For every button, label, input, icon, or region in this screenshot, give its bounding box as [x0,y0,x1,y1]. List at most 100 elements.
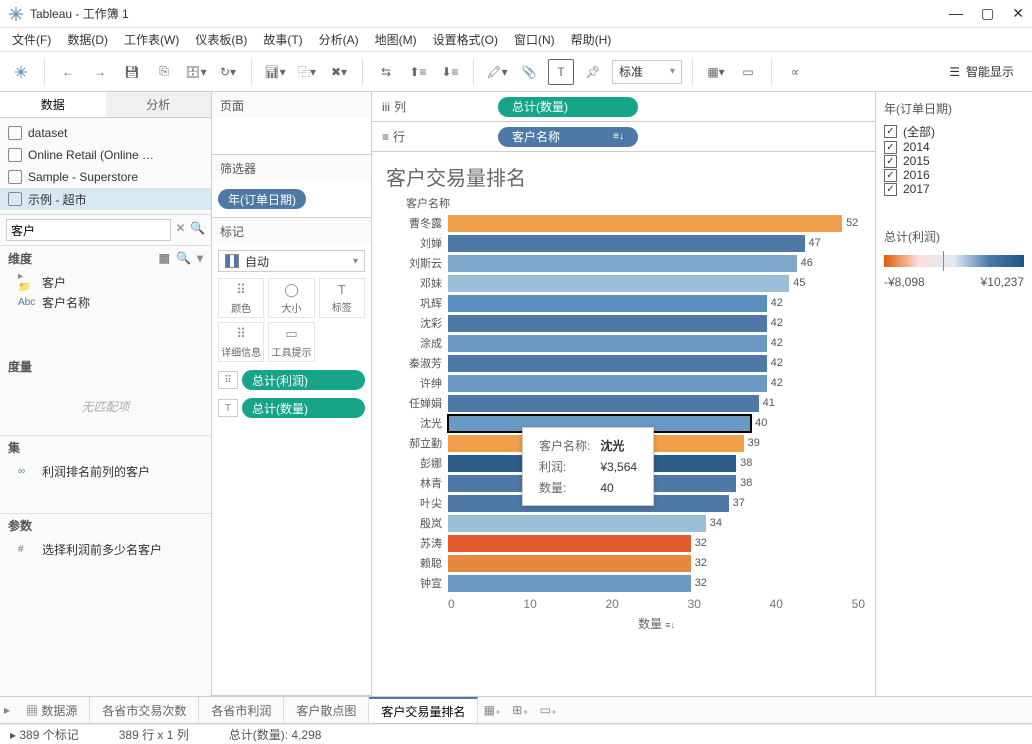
filters-shelf[interactable]: 筛选器 [212,155,371,181]
view-grid-icon[interactable]: ▦ [159,251,170,265]
sheet-tab[interactable]: 客户散点图 [284,697,369,723]
autoupdate-button[interactable]: ↻▾ [215,59,241,85]
marks-type-dropdown[interactable]: 自动 [218,250,365,272]
bar-row[interactable]: 许绅42 [378,373,865,393]
search-icon[interactable]: 🔍 [190,221,205,239]
new-sheet-button[interactable]: ⊞₊ [506,703,534,717]
bar-row[interactable]: 巩辉42 [378,293,865,313]
new-datasource-button[interactable]: ⎘ [151,59,177,85]
menu-item[interactable]: 分析(A) [319,31,359,48]
bar-row[interactable]: 涂成42 [378,333,865,353]
highlight-button[interactable]: 🖍︎▾ [484,59,510,85]
save-button[interactable]: 💾︎ [119,59,145,85]
bar-row[interactable]: 任婵娟41 [378,393,865,413]
mark-encoding-pill[interactable]: ⠿总计(利润) [218,368,365,392]
show-cards-button[interactable]: ▦▾ [703,59,729,85]
bar-row[interactable]: 秦淑芳42 [378,353,865,373]
bar-row[interactable]: 苏涛32 [378,533,865,553]
show-me-button[interactable]: ☰ 智能显示 [939,63,1024,80]
new-worksheet-button[interactable]: 📊︎▾ [262,59,288,85]
bar-row[interactable]: 邓妹45 [378,273,865,293]
pin-button[interactable]: 📌︎ [580,59,606,85]
field-item[interactable]: ∞利润排名前列的客户 [0,461,211,481]
mark-property[interactable]: ▭工具提示 [268,322,314,362]
presentation-button[interactable]: ▭ [735,59,761,85]
datasource-item[interactable]: Sample - Superstore [0,166,211,188]
datasource-item[interactable]: Online Retail (Online … [0,144,211,166]
datasource-item[interactable]: 示例 - 超市 [0,188,211,210]
search-input[interactable] [6,219,171,241]
minimize-button[interactable]: — [949,5,963,22]
mark-property[interactable]: ⠿颜色 [218,278,264,318]
bar-row[interactable]: 刘斯云46 [378,253,865,273]
tab-data[interactable]: 数据 [0,92,106,117]
columns-label: 列 [394,98,406,115]
sheet-tab[interactable]: 客户交易量排名 [369,697,478,723]
menu-item[interactable]: 地图(M) [375,31,417,48]
share-button[interactable]: ∝ [782,59,808,85]
clear-button[interactable]: ✖▾ [326,59,352,85]
filter-pill-year[interactable]: 年(订单日期) [218,189,306,209]
swap-button[interactable]: ⇆ [373,59,399,85]
menu-icon[interactable]: ▾ [197,251,203,265]
clear-search-icon[interactable]: ✕ [175,221,186,239]
rows-pill[interactable]: 客户名称≡↓ [498,127,638,147]
fit-dropdown[interactable]: 标准 [612,60,682,84]
mark-property[interactable]: T标签 [319,278,365,318]
bar-row[interactable]: 赖聪32 [378,553,865,573]
find-icon[interactable]: 🔍 [176,251,191,265]
filter-checkbox[interactable]: ✓2016 [884,168,1024,182]
refresh-button[interactable]: 🗄︎▾ [183,59,209,85]
mark-property[interactable]: ⠿详细信息 [218,322,264,362]
sort-asc-button[interactable]: ⬆≡ [405,59,431,85]
bar-row[interactable]: 刘婵47 [378,233,865,253]
menu-item[interactable]: 窗口(N) [514,31,555,48]
viz-title[interactable]: 客户交易量排名 [372,152,875,195]
bar-row[interactable]: 钟宣32 [378,573,865,593]
legend-max: ¥10,237 [981,275,1024,289]
datasource-item[interactable]: dataset [0,122,211,144]
field-item[interactable]: #选择利润前多少名客户 [0,539,211,559]
back-button[interactable]: ← [55,59,81,85]
attach-button[interactable]: 📎 [516,59,542,85]
menu-item[interactable]: 工作表(W) [124,31,179,48]
menu-item[interactable]: 帮助(H) [571,31,612,48]
mark-property[interactable]: ◯大小 [268,278,314,318]
maximize-button[interactable]: ▢ [981,5,994,22]
columns-pill[interactable]: 总计(数量) [498,97,638,117]
field-item[interactable]: Abc客户名称 [0,292,211,312]
menu-item[interactable]: 文件(F) [12,31,51,48]
filter-card-header: 年(订单日期) [884,100,1024,117]
sheet-tab[interactable]: 各省市利润 [199,697,284,723]
new-sheet-button[interactable]: ▭₊ [534,703,562,717]
field-item[interactable]: 📁客户 [0,272,211,292]
bar-row[interactable]: 沈彩42 [378,313,865,333]
tab-analysis[interactable]: 分析 [106,92,212,117]
sheet-tab[interactable]: ▦ 数据源 [14,697,90,723]
filter-checkbox[interactable]: ✓2017 [884,182,1024,196]
pages-shelf[interactable]: 页面 [212,92,371,118]
menu-item[interactable]: 仪表板(B) [195,31,247,48]
new-sheet-button[interactable]: ▦₊ [478,703,506,717]
menu-item[interactable]: 设置格式(O) [433,31,498,48]
show-me-icon: ☰ [949,65,960,79]
tabs-leading-button[interactable]: ▸ [0,703,14,717]
label-toggle-button[interactable]: T [548,59,574,85]
sort-desc-button[interactable]: ⬇≡ [437,59,463,85]
mark-encoding-pill[interactable]: T总计(数量) [218,396,365,420]
forward-button[interactable]: → [87,59,113,85]
tableau-home-icon[interactable] [8,59,34,85]
filter-checkbox[interactable]: ✓2014 [884,140,1024,154]
bar-row[interactable]: 殷岚34 [378,513,865,533]
filter-checkbox[interactable]: ✓(全部) [884,123,1024,140]
menu-item[interactable]: 故事(T) [263,31,302,48]
close-button[interactable]: ✕ [1012,5,1024,22]
menu-item[interactable]: 数据(D) [67,31,108,48]
color-legend-bar[interactable] [884,255,1024,267]
axis-tick: 20 [605,597,618,611]
sheet-tab[interactable]: 各省市交易次数 [90,697,199,723]
measures-header: 度量 [8,358,32,375]
filter-checkbox[interactable]: ✓2015 [884,154,1024,168]
bar-row[interactable]: 曹冬露52 [378,213,865,233]
duplicate-button[interactable]: ⿻▾ [294,59,320,85]
